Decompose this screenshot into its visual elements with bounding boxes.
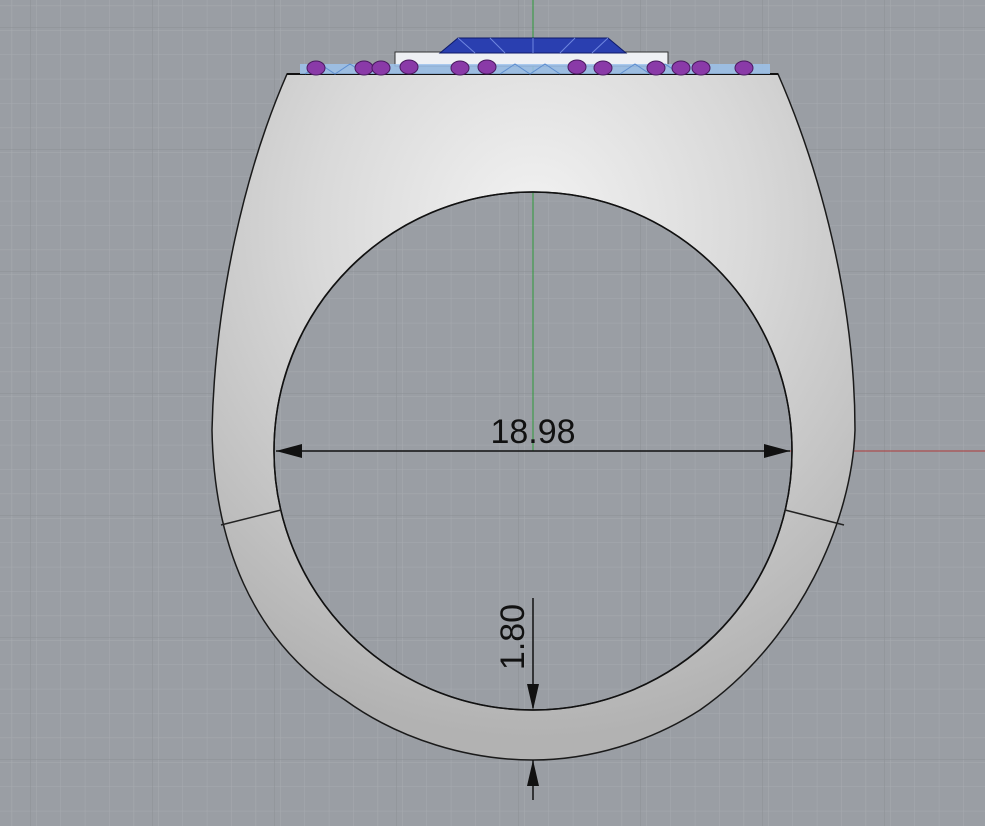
thickness-dimension-label: 1.80 xyxy=(494,604,532,670)
cad-viewport[interactable]: 18.98 1.80 xyxy=(0,0,985,826)
accent-stone xyxy=(306,60,326,76)
accent-stone xyxy=(371,60,391,76)
accent-stone xyxy=(734,60,754,76)
accent-stone xyxy=(477,59,497,75)
accent-stone xyxy=(354,60,374,76)
bezel-plate xyxy=(394,51,669,67)
accent-stone xyxy=(593,60,613,76)
accent-stone xyxy=(691,60,711,76)
accent-stone xyxy=(671,60,691,76)
accent-stone xyxy=(399,59,419,75)
diameter-dimension-label: 18.98 xyxy=(490,413,575,451)
accent-stone xyxy=(567,59,587,75)
viewport-canvas[interactable]: 18.98 1.80 xyxy=(0,0,985,826)
accent-stone xyxy=(646,60,666,76)
accent-stone xyxy=(450,60,470,76)
